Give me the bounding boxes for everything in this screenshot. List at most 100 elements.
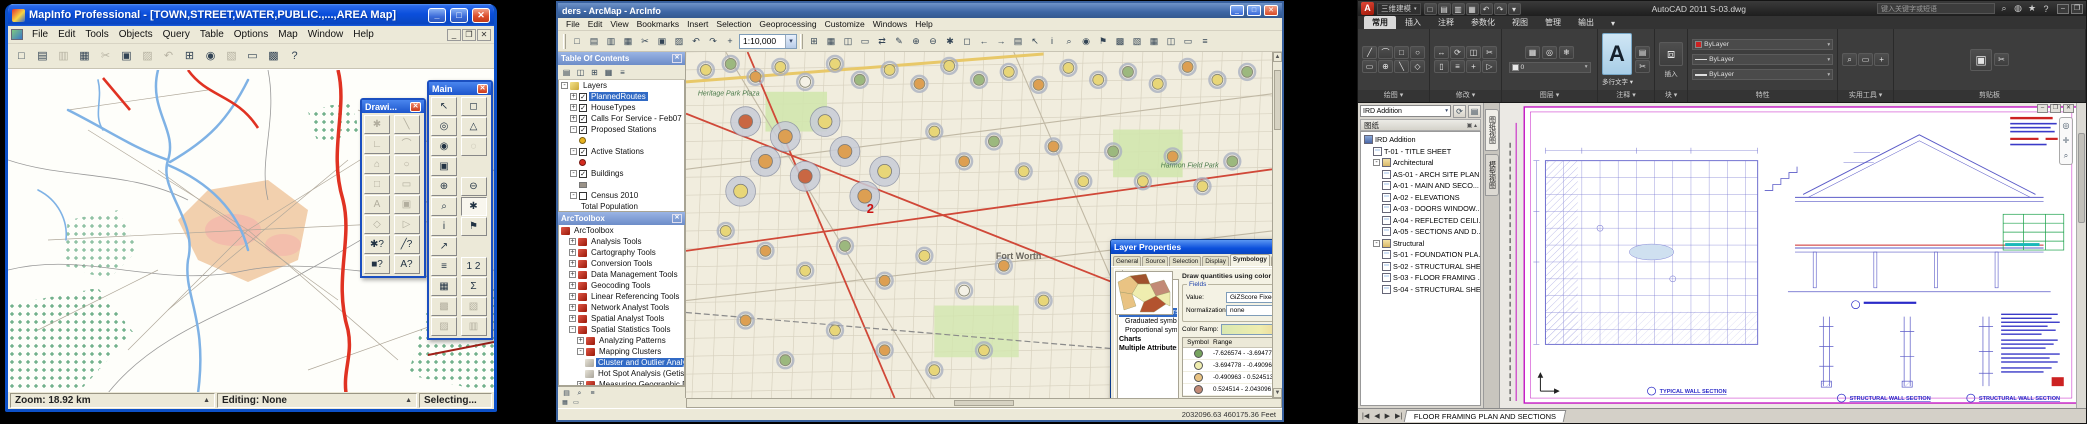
- menu-item-selection[interactable]: Selection: [712, 19, 755, 29]
- minimize-button[interactable]: –: [2057, 4, 2069, 14]
- toolbox-label[interactable]: Analysis Tools: [589, 237, 644, 246]
- canvas-vertical-scrollbar[interactable]: [2076, 103, 2086, 408]
- ribbon-tool-button[interactable]: ╱: [1362, 46, 1377, 59]
- tool-button[interactable]: ○: [394, 155, 420, 174]
- drawing-toolbar-titlebar[interactable]: Drawi... ✕: [362, 100, 424, 113]
- sheet-label[interactable]: S-02 - STRUCTURAL SHE...: [1393, 262, 1480, 271]
- toc-layer-row[interactable]: [559, 157, 684, 168]
- tool-button[interactable]: ⊖: [461, 177, 487, 196]
- toolbox-label[interactable]: Linear Referencing Tools: [589, 292, 681, 301]
- data-view-button[interactable]: ▦: [560, 399, 570, 407]
- layer-label[interactable]: Layers: [581, 81, 609, 90]
- toolbox-label[interactable]: Data Management Tools: [589, 270, 680, 279]
- toolbar-button[interactable]: ▣: [654, 33, 670, 49]
- layer-label[interactable]: Active Stations: [589, 147, 646, 156]
- toolbox-row[interactable]: +Geocoding Tools: [559, 280, 684, 291]
- toolbar-button[interactable]: ◉: [1078, 33, 1094, 49]
- layer-label[interactable]: Census 2010: [589, 191, 640, 200]
- tree-expand-icon[interactable]: +: [570, 93, 577, 100]
- infocenter-search-input[interactable]: 键入关键字或短语: [1877, 3, 1995, 14]
- toolbar-button[interactable]: ⊞: [180, 47, 199, 66]
- drawing-canvas[interactable]: TYPICAL WALL SECTION STRUCTURAL WALL SEC…: [1500, 103, 2086, 408]
- toolbar-button[interactable]: ▭: [243, 47, 262, 66]
- tool-button[interactable]: Σ: [461, 277, 487, 296]
- sheet-row[interactable]: T-01 - TITLE SHEET: [1361, 146, 1480, 158]
- toolbar-button[interactable]: ⊕: [908, 33, 924, 49]
- map-vertical-scrollbar[interactable]: ▲ ▼: [1272, 52, 1282, 398]
- tool-button[interactable]: ◎: [431, 117, 457, 136]
- tool-button[interactable]: ▣: [431, 157, 457, 176]
- search-tab-icon[interactable]: ⌕: [574, 388, 585, 398]
- tree-expand-icon[interactable]: -: [561, 82, 568, 89]
- workspace-combo[interactable]: 三维建模▾: [1377, 3, 1421, 15]
- restore-button[interactable]: ❐: [2071, 4, 2083, 14]
- tree-expand-icon[interactable]: -: [570, 192, 577, 199]
- cut-icon[interactable]: ✂: [1994, 53, 2009, 66]
- sheet-row[interactable]: IRD Addition: [1361, 134, 1480, 146]
- prev-tab-icon[interactable]: ◀: [1372, 412, 1381, 420]
- toolbar-button[interactable]: ↷: [705, 33, 721, 49]
- sheet-row[interactable]: A-01 - MAIN AND SECO...: [1361, 180, 1480, 192]
- close-icon[interactable]: ✕: [672, 54, 682, 63]
- sheet-label[interactable]: AS-01 - ARCH SITE PLAN: [1393, 170, 1479, 179]
- tree-expand-icon[interactable]: +: [569, 293, 576, 300]
- toolbar-button[interactable]: ⇄: [874, 33, 890, 49]
- toolbar-button[interactable]: ←: [976, 33, 992, 49]
- ribbon-tool-button[interactable]: ▤: [1635, 46, 1650, 59]
- ribbon-tool-button[interactable]: ↔: [1434, 46, 1449, 59]
- mapinfo-map-area[interactable]: Drawi... ✕ ✱╲∟⌒⌂○□▭A▣◇▷✱?╱?■?A? Main ✕ ↖…: [8, 69, 494, 392]
- sheet-row[interactable]: S-04 - STRUCTURAL SHE...: [1361, 284, 1480, 296]
- close-button[interactable]: ✕: [2063, 104, 2074, 113]
- layer-visibility-checkbox[interactable]: ✓: [579, 148, 587, 156]
- toolbar-button[interactable]: ▥: [603, 33, 619, 49]
- ribbon-tab-6[interactable]: 管理: [1537, 16, 1569, 29]
- maximize-button[interactable]: □: [450, 8, 468, 23]
- toolbox-tab-icon[interactable]: ▤: [561, 388, 572, 398]
- toolbox-row[interactable]: +Network Analyst Tools: [559, 302, 684, 313]
- ribbon-tab-4[interactable]: 参数化: [1463, 16, 1503, 29]
- close-button[interactable]: ✕: [1264, 5, 1278, 16]
- tree-expand-icon[interactable]: -: [1373, 159, 1380, 166]
- scroll-up-icon[interactable]: ▲: [1273, 52, 1282, 62]
- tree-expand-icon[interactable]: -: [1373, 240, 1380, 247]
- menu-item-window[interactable]: Window: [303, 28, 349, 41]
- map-horizontal-scrollbar[interactable]: [686, 398, 1282, 408]
- tree-expand-icon[interactable]: +: [569, 249, 576, 256]
- toolbox-label[interactable]: Cluster and Outlier Analysis (Anselin Lo…: [596, 358, 685, 367]
- redo-icon[interactable]: ↷: [1494, 3, 1507, 15]
- ribbon-tool-button[interactable]: ◇: [1410, 60, 1425, 73]
- new-icon[interactable]: □: [1424, 3, 1437, 15]
- class-row[interactable]: 0.524514 - 2.0430960.524514 - 2.043096: [1183, 384, 1272, 396]
- publish-icon[interactable]: ▤: [1468, 105, 1481, 118]
- ribbon-tab-2[interactable]: 插入: [1397, 16, 1429, 29]
- tool-button[interactable]: ⚑: [461, 217, 487, 236]
- tool-button[interactable]: ⊕: [431, 177, 457, 196]
- close-icon[interactable]: ✕: [410, 102, 421, 112]
- toolbox-label[interactable]: Geocoding Tools: [589, 281, 652, 290]
- layer-visibility-checkbox[interactable]: ✓: [579, 170, 587, 178]
- ribbon-tool-button[interactable]: ≡: [1450, 60, 1465, 73]
- ribbon-tool-button[interactable]: ▭: [1858, 53, 1873, 66]
- mdi-restore-button[interactable]: ❐: [462, 29, 476, 41]
- toolbar-button[interactable]: ◫: [574, 66, 587, 79]
- sheetset-combo[interactable]: IRD Addition▾: [1360, 105, 1451, 117]
- toc-layer-row[interactable]: Total Population: [559, 201, 684, 212]
- toolbar-button[interactable]: ↖: [1027, 33, 1043, 49]
- favorites-star-icon[interactable]: ★: [2026, 3, 2038, 14]
- ribbon-tab-5[interactable]: 视图: [1504, 16, 1536, 29]
- dialog-tab-general[interactable]: General: [1113, 256, 1141, 266]
- toolbox-row[interactable]: +Analysis Tools: [559, 236, 684, 247]
- qat-dropdown-icon[interactable]: ▾: [1508, 3, 1521, 15]
- toolbar-button[interactable]: ▤: [33, 47, 52, 66]
- tool-button[interactable]: ↗: [431, 237, 457, 256]
- menu-item-file[interactable]: File: [27, 28, 53, 41]
- menu-item-tools[interactable]: Tools: [80, 28, 113, 41]
- tool-button[interactable]: ✱?: [364, 235, 390, 254]
- open-icon[interactable]: ▤: [1438, 3, 1451, 15]
- layer-visibility-checkbox[interactable]: ✓: [579, 115, 587, 123]
- toolbar-button[interactable]: ▦: [75, 47, 94, 66]
- tree-expand-icon[interactable]: -: [569, 326, 576, 333]
- toolbox-row[interactable]: +Conversion Tools: [559, 258, 684, 269]
- navigation-bar[interactable]: ◎ ✛ ⌕: [2059, 117, 2073, 165]
- restore-button[interactable]: ❐: [2050, 104, 2061, 113]
